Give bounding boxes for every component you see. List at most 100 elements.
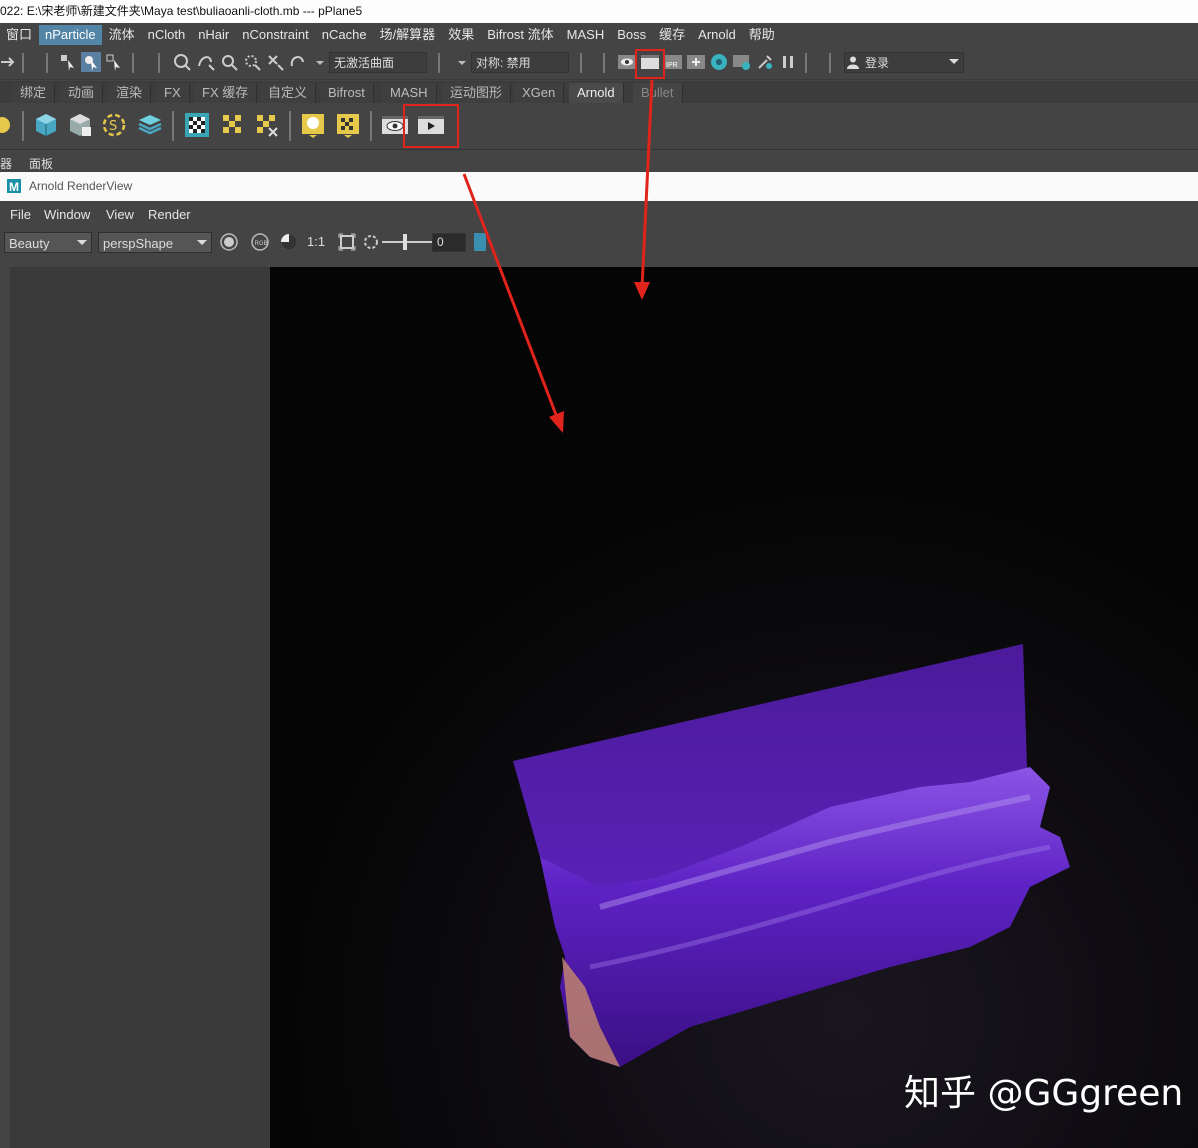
render-button-icon[interactable]	[219, 232, 239, 252]
render-sequence-icon[interactable]	[732, 52, 752, 72]
menu-window[interactable]: 窗口	[0, 25, 38, 45]
tab-custom[interactable]: 自定义	[260, 83, 317, 103]
shader-layers-icon[interactable]	[136, 111, 164, 139]
tab-mash[interactable]: MASH	[382, 83, 437, 103]
snap-point-icon[interactable]	[219, 52, 239, 72]
snap-curve-icon[interactable]	[196, 52, 216, 72]
light-portal-icon[interactable]	[183, 111, 211, 139]
select-by-component-icon[interactable]	[104, 52, 124, 72]
ipr-render-icon[interactable]: IPR	[663, 52, 683, 72]
renderview-side-panel	[10, 267, 270, 1148]
photometric-light-icon[interactable]	[299, 111, 327, 139]
panel-menu-label[interactable]: 器	[0, 155, 12, 172]
hypershade-icon[interactable]	[709, 52, 729, 72]
menu-mash[interactable]: MASH	[561, 25, 611, 45]
area-light-icon[interactable]	[219, 111, 247, 139]
exposure-slider-handle[interactable]	[403, 234, 407, 250]
snap-grid-icon[interactable]	[172, 52, 192, 72]
separator	[289, 111, 291, 141]
login-label: 登录	[865, 56, 890, 70]
renderview-menu-bar: File Window View Render	[0, 201, 1198, 228]
separator	[158, 53, 160, 73]
render-region-icon[interactable]	[755, 52, 775, 72]
tab-bifrost[interactable]: Bifrost	[320, 83, 374, 103]
skydome-light-icon[interactable]	[0, 111, 16, 139]
renderview-title: Arnold RenderView	[29, 179, 133, 193]
panels-menu[interactable]: 面板	[29, 155, 53, 172]
chevron-down-icon[interactable]	[948, 57, 960, 67]
rv-menu-window[interactable]: Window	[44, 207, 90, 222]
magnet-icon[interactable]	[288, 52, 308, 72]
render-view-icon[interactable]	[617, 52, 637, 72]
svg-text:M: M	[9, 180, 19, 193]
menu-ncache[interactable]: nCache	[316, 25, 373, 45]
menu-fields-solvers[interactable]: 场/解算器	[374, 25, 442, 45]
pause-icon[interactable]	[778, 52, 798, 72]
tab-rendering[interactable]: 渲染	[108, 83, 152, 103]
renderview-toolbar: Beauty perspShape RGB 1:1 0	[0, 228, 1198, 256]
highlight-box-render-button	[635, 49, 665, 79]
frame-image-icon[interactable]	[338, 233, 356, 251]
display-correction-icon[interactable]	[279, 232, 299, 252]
svg-text:S: S	[109, 119, 117, 134]
chevron-down-icon[interactable]	[452, 52, 472, 72]
window-title-bar: 022: E:\宋老师\新建文件夹\Maya test\buliaoanli-c…	[0, 0, 1198, 23]
volume-icon[interactable]: S	[100, 111, 128, 139]
physical-sky-icon[interactable]	[334, 111, 362, 139]
rv-menu-view[interactable]: View	[106, 207, 134, 222]
live-surface-field[interactable]: 无激活曲面	[329, 52, 427, 73]
menu-bifrost-fluids[interactable]: Bifrost 流体	[481, 25, 559, 45]
render-settings-icon[interactable]	[686, 52, 706, 72]
renderview-title-bar: M Arnold RenderView	[0, 172, 1198, 201]
shelf-tab-bar: 绑定 动画 渲染 FX FX 缓存 自定义 Bifrost MASH 运动图形 …	[0, 81, 1198, 103]
symmetry-field[interactable]: 对称: 禁用	[471, 52, 569, 73]
separator	[805, 53, 807, 73]
zoom-ratio-button[interactable]: 1:1	[307, 234, 325, 249]
login-dropdown[interactable]: 登录	[844, 52, 964, 73]
menu-arnold[interactable]: Arnold	[692, 25, 742, 45]
main-menu-bar: 窗口 nParticle 流体 nCloth nHair nConstraint…	[0, 23, 1198, 47]
select-by-hierarchy-icon[interactable]	[58, 52, 78, 72]
user-icon	[847, 56, 859, 69]
render-image-viewport[interactable]: 知乎 @GGgreen	[270, 267, 1198, 1148]
log-icon[interactable]	[474, 233, 486, 251]
chevron-down-icon[interactable]	[196, 238, 208, 248]
highlight-box-arnold-render	[403, 104, 459, 148]
tab-fx[interactable]: FX	[156, 83, 190, 103]
rv-menu-render[interactable]: Render	[148, 207, 191, 222]
exposure-field[interactable]: 0	[432, 233, 466, 252]
menu-help[interactable]: 帮助	[743, 25, 781, 45]
tab-animation[interactable]: 动画	[60, 83, 104, 103]
rv-menu-file[interactable]: File	[10, 207, 31, 222]
exposure-icon	[364, 235, 378, 249]
export-standin-icon[interactable]	[66, 111, 94, 139]
menu-effects[interactable]: 效果	[442, 25, 480, 45]
snap-view-plane-icon[interactable]	[242, 52, 262, 72]
tab-fx-caching[interactable]: FX 缓存	[194, 83, 258, 103]
separator	[132, 53, 134, 73]
exposure-slider-track[interactable]	[382, 241, 432, 243]
rgb-channel-icon[interactable]: RGB	[250, 232, 270, 252]
rendered-cloth-image: 知乎 @GGgreen	[270, 267, 1198, 1148]
mesh-light-icon[interactable]	[253, 111, 281, 139]
chevron-down-icon[interactable]	[310, 52, 330, 72]
menu-cache[interactable]: 缓存	[653, 25, 691, 45]
menu-nparticle[interactable]: nParticle	[39, 25, 102, 45]
menu-nconstraint[interactable]: nConstraint	[236, 25, 314, 45]
tab-xgen[interactable]: XGen	[514, 83, 565, 103]
menu-fluid[interactable]: 流体	[103, 25, 141, 45]
snap-live-surface-icon[interactable]	[265, 52, 285, 72]
tab-arnold[interactable]: Arnold	[569, 83, 624, 103]
tab-rigging[interactable]: 绑定	[12, 83, 56, 103]
tab-motion-graphics[interactable]: 运动图形	[442, 83, 512, 103]
maya-logo-icon: M	[7, 179, 21, 193]
menu-nhair[interactable]: nHair	[192, 25, 235, 45]
create-standin-icon[interactable]	[32, 111, 60, 139]
tab-bullet[interactable]: Bullet	[633, 83, 683, 103]
menu-ncloth[interactable]: nCloth	[142, 25, 192, 45]
arrow-right-icon[interactable]	[0, 52, 20, 72]
menu-boss[interactable]: Boss	[611, 25, 652, 45]
select-by-object-icon[interactable]	[81, 52, 101, 72]
camera-dropdown[interactable]: perspShape	[98, 232, 212, 253]
chevron-down-icon[interactable]	[76, 238, 88, 248]
